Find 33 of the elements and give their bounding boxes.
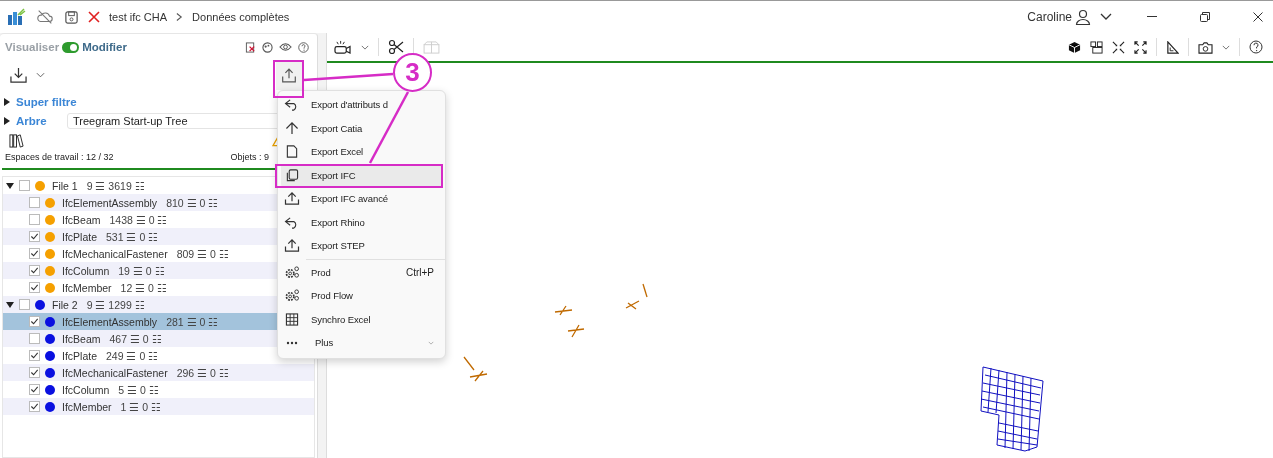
element-counts: 810 ☰ 0 ☷ bbox=[166, 196, 219, 209]
element-counts: 9 ☰ 3619 ☷ bbox=[86, 179, 145, 192]
tree-label: IfcColumn bbox=[62, 383, 110, 396]
workspaces-count: Espaces de travail : 12 / 32 bbox=[5, 152, 114, 164]
tree-label: IfcPlate bbox=[62, 349, 98, 362]
element-counts: 467 ☰ 0 ☷ bbox=[109, 332, 162, 345]
edit-mode-label: Modifier bbox=[82, 41, 127, 53]
objects-count: Objets : 9 bbox=[230, 152, 269, 164]
tree-label: IfcBeam bbox=[62, 332, 101, 345]
element-counts: 19 ☰ 0 ☷ bbox=[118, 264, 165, 277]
tree-label: IfcMember bbox=[62, 400, 112, 413]
element-counts: 531 ☰ 0 ☷ bbox=[106, 230, 159, 243]
tree-label: IfcElementAssembly bbox=[62, 196, 158, 209]
tree-label: IfcMember bbox=[62, 281, 112, 294]
element-counts: 296 ☰ 0 ☷ bbox=[176, 366, 229, 379]
tree-label: IfcPlate bbox=[62, 230, 98, 243]
view-mode-label: Visualiser bbox=[5, 41, 60, 53]
shortcut-text: Ctrl+P bbox=[405, 266, 434, 278]
element-counts: 1438 ☰ 0 ☷ bbox=[109, 213, 168, 226]
tree-label: IfcMechanicalFastener bbox=[62, 247, 168, 260]
tree-label: IfcElementAssembly bbox=[62, 315, 158, 328]
element-counts: 249 ☰ 0 ☷ bbox=[106, 349, 159, 362]
element-counts: 9 ☰ 1299 ☷ bbox=[86, 298, 145, 311]
element-counts: 12 ☰ 0 ☷ bbox=[120, 281, 167, 294]
element-counts: 281 ☰ 0 ☷ bbox=[166, 315, 219, 328]
tree-label: IfcBeam bbox=[62, 213, 101, 226]
element-counts: 1 ☰ 0 ☷ bbox=[120, 400, 162, 413]
tree-label: IfcMechanicalFastener bbox=[62, 366, 168, 379]
element-counts: 809 ☰ 0 ☷ bbox=[176, 247, 229, 260]
tree-label: IfcColumn bbox=[62, 264, 110, 277]
element-counts: 5 ☰ 0 ☷ bbox=[118, 383, 159, 396]
tree-label: File 1 bbox=[52, 179, 78, 192]
tree-label: File 2 bbox=[52, 298, 78, 311]
